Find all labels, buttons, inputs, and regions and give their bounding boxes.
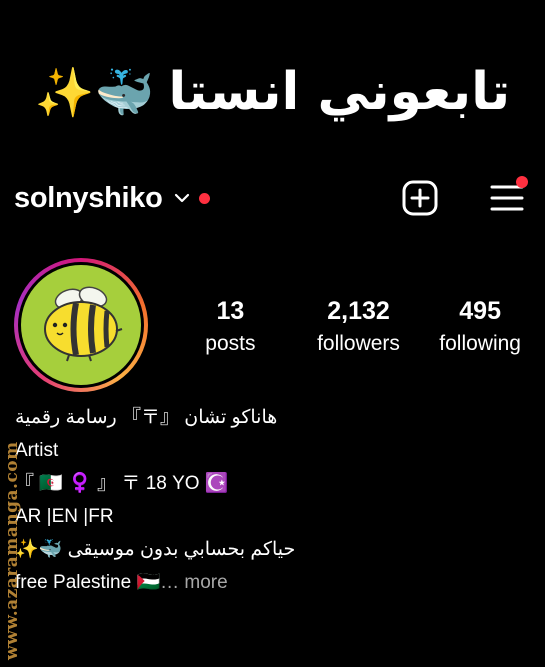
posts-stat[interactable]: 13 posts bbox=[188, 297, 273, 356]
followers-count: 2,132 bbox=[327, 297, 390, 325]
sparkle-whale-emoji: ✨🐳 bbox=[34, 64, 155, 121]
avatar bbox=[21, 265, 141, 385]
following-stat[interactable]: 495 following bbox=[432, 297, 528, 356]
followers-stat[interactable]: 2,132 followers bbox=[285, 297, 433, 356]
bio-line-2: AR |EN |FR bbox=[15, 506, 114, 527]
posts-count: 13 bbox=[216, 297, 245, 325]
more-link[interactable]: … more bbox=[160, 572, 228, 593]
display-name: هاناكو تشان 『〒』 رسامة رقمية bbox=[15, 407, 278, 428]
profile-stats: 13 posts 2,132 followers 495 following bbox=[188, 297, 528, 356]
posts-label: posts bbox=[205, 332, 256, 355]
bio-line-1: 『 🇩🇿 ♀️ 』 〒 18 YO ☪️ bbox=[15, 473, 229, 494]
menu-notification-dot bbox=[516, 176, 528, 188]
watermark: www.azaramanga.com bbox=[2, 441, 22, 660]
bio-line-3: ✨🐳 حياكم بحسابي بدون موسيقى bbox=[15, 539, 296, 560]
menu-button[interactable] bbox=[489, 176, 528, 216]
story-ring[interactable] bbox=[14, 258, 148, 392]
bee-avatar-icon bbox=[44, 286, 123, 362]
banner-text: تابعوني انستا bbox=[168, 62, 511, 122]
bio-line-4: free Palestine 🇵🇸… more bbox=[15, 566, 535, 599]
followers-label: followers bbox=[317, 332, 400, 355]
following-count: 495 bbox=[459, 297, 501, 325]
new-post-icon[interactable] bbox=[401, 179, 439, 217]
category-label: Artist bbox=[15, 440, 59, 461]
username[interactable]: solnyshiko bbox=[14, 182, 163, 215]
chevron-down-icon[interactable] bbox=[173, 189, 191, 207]
promo-banner: ✨🐳 تابعوني انستا bbox=[0, 52, 545, 132]
profile-header: solnyshiko bbox=[14, 176, 528, 220]
following-label: following bbox=[439, 332, 521, 355]
bio-line-4-text: free Palestine 🇵🇸 bbox=[15, 572, 161, 593]
notification-dot bbox=[198, 192, 210, 204]
profile-bio: هاناكو تشان 『〒』 رسامة رقمية Artist 『 🇩🇿 … bbox=[15, 401, 535, 599]
